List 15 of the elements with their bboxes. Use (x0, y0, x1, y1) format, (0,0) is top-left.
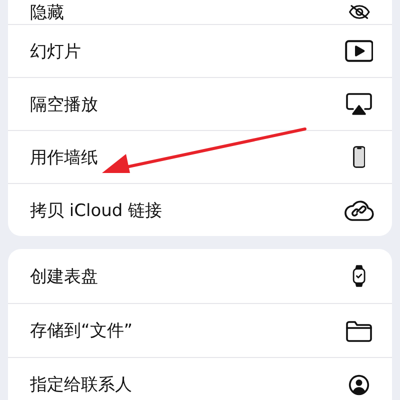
person-icon (348, 374, 370, 396)
airplay-icon (346, 93, 372, 115)
menu-item[interactable]: 指定给联系人 (8, 357, 392, 400)
menu-item[interactable]: 隐藏 (8, 0, 392, 24)
play-icon (344, 40, 374, 62)
watch-icon (352, 265, 366, 287)
menu-item[interactable]: 存储到“文件” (8, 303, 392, 357)
menu-item[interactable]: 幻灯片 (8, 24, 392, 77)
menu-item[interactable]: 创建表盘 (8, 249, 392, 303)
phone-icon (352, 146, 366, 168)
menu-item[interactable]: 拷贝 iCloud 链接 (8, 183, 392, 236)
menu-item[interactable]: 隔空播放 (8, 77, 392, 130)
eye-slash-icon (348, 5, 370, 19)
cloud-link-icon (344, 199, 374, 221)
folder-icon (346, 320, 372, 342)
